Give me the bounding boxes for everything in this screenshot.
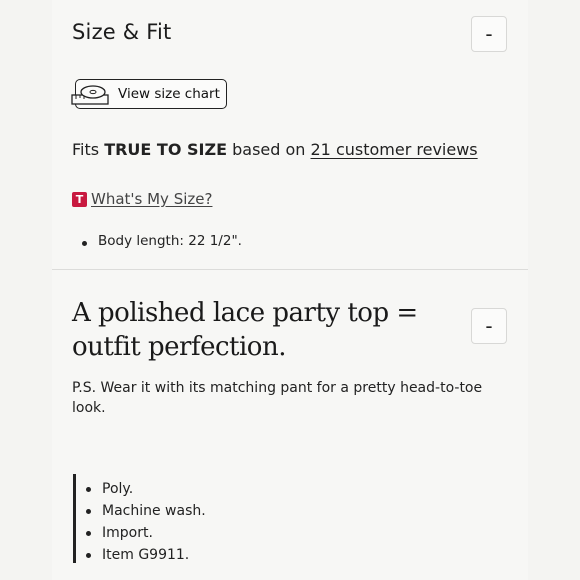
fit-prefix: Fits bbox=[72, 140, 105, 159]
whats-my-size[interactable]: T What's My Size? bbox=[72, 190, 212, 208]
ps-description: P.S. Wear it with its matching pant for … bbox=[72, 380, 483, 416]
fit-summary: Fits TRUE TO SIZE based on 21 customer r… bbox=[72, 140, 478, 159]
list-item: Import. bbox=[82, 522, 206, 544]
list-item: Body length: 22 1/2". bbox=[78, 233, 242, 249]
collapse-icon: - bbox=[485, 22, 493, 46]
feature-list: Poly. Machine wash. Import. Item G9911. bbox=[82, 478, 206, 566]
true-fit-logo-icon: T bbox=[72, 191, 87, 207]
customer-reviews-link[interactable]: 21 customer reviews bbox=[311, 140, 478, 159]
list-item: Machine wash. bbox=[82, 500, 206, 522]
measuring-tape-icon bbox=[71, 85, 109, 105]
fit-value: TRUE TO SIZE bbox=[104, 140, 228, 159]
whats-my-size-link[interactable]: What's My Size? bbox=[91, 190, 212, 208]
list-item: Item G9911. bbox=[82, 544, 206, 566]
list-item: Poly. bbox=[82, 478, 206, 500]
measurement-list: Body length: 22 1/2". bbox=[78, 233, 242, 249]
view-size-chart-label: View size chart bbox=[118, 86, 220, 102]
view-size-chart-button[interactable]: View size chart bbox=[71, 79, 227, 109]
size-fit-title: Size & Fit bbox=[72, 20, 172, 44]
fit-middle: based on bbox=[227, 140, 311, 159]
size-fit-collapse-button[interactable]: - bbox=[471, 16, 507, 52]
collapse-icon: - bbox=[485, 314, 493, 338]
feature-list-bar bbox=[73, 474, 76, 563]
section-divider bbox=[52, 269, 528, 270]
product-headline: A polished lace party top = outfit perfe… bbox=[72, 298, 418, 362]
details-collapse-button[interactable]: - bbox=[471, 308, 507, 344]
